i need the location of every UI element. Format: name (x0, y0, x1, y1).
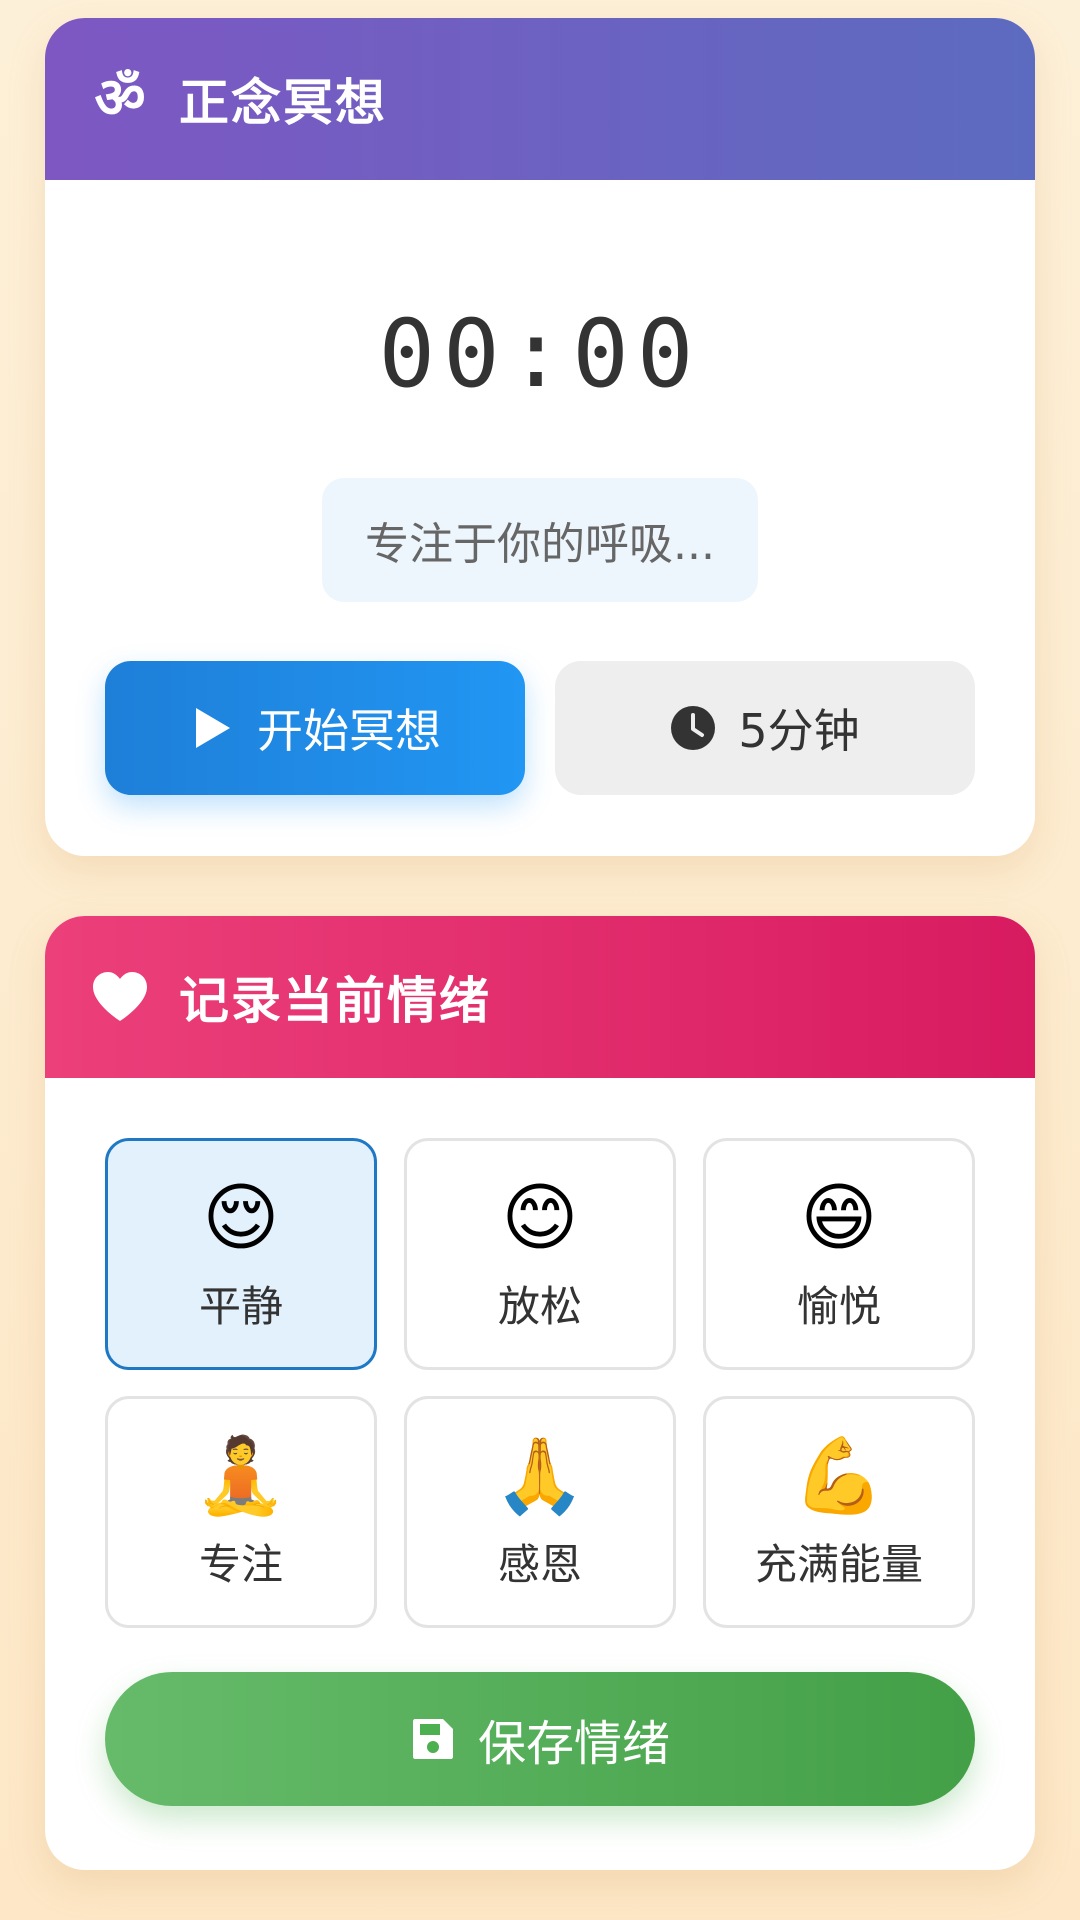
mood-title: 记录当前情绪 (179, 972, 491, 1030)
save-icon (410, 1716, 456, 1762)
start-meditation-label: 开始冥想 (257, 704, 441, 758)
mood-option-label: 充满能量 (754, 1539, 923, 1589)
play-icon (189, 705, 235, 751)
mood-option-energized[interactable]: 💪 充满能量 (703, 1396, 975, 1628)
duration-button[interactable]: 5分钟 (555, 661, 975, 795)
smiling-face-icon: 😊 (501, 1174, 579, 1261)
mood-card: 记录当前情绪 😌 平静 😊 放松 😄 愉悦 🧘 专注 🙏 感恩 💪 充满能量 保… (45, 916, 1035, 1870)
clock-icon (670, 705, 716, 751)
mood-option-label: 专注 (198, 1539, 283, 1589)
mood-option-focused[interactable]: 🧘 专注 (105, 1396, 377, 1628)
folded-hands-icon: 🙏 (493, 1432, 587, 1519)
mood-option-grateful[interactable]: 🙏 感恩 (404, 1396, 676, 1628)
meditation-timer: 00:00 (378, 300, 702, 409)
mood-grid: 😌 平静 😊 放松 😄 愉悦 🧘 专注 🙏 感恩 💪 充满能量 (105, 1138, 975, 1628)
mood-option-label: 感恩 (497, 1539, 582, 1589)
mood-option-joyful[interactable]: 😄 愉悦 (703, 1138, 975, 1370)
start-meditation-button[interactable]: 开始冥想 (105, 661, 525, 795)
mood-option-label: 平静 (198, 1281, 283, 1331)
mood-option-calm[interactable]: 😌 平静 (105, 1138, 377, 1370)
meditation-header: ॐ 正念冥想 (45, 18, 1035, 180)
save-mood-label: 保存情绪 (477, 1716, 670, 1772)
save-mood-button[interactable]: 保存情绪 (105, 1672, 975, 1806)
mood-option-label: 放松 (497, 1281, 582, 1331)
om-icon: ॐ (94, 66, 146, 131)
mood-option-label: 愉悦 (796, 1281, 881, 1331)
relieved-face-icon: 😌 (202, 1174, 280, 1261)
mood-header: 记录当前情绪 (45, 916, 1035, 1078)
heart-icon (89, 966, 151, 1028)
mood-option-relaxed[interactable]: 😊 放松 (404, 1138, 676, 1370)
lotus-position-icon: 🧘 (194, 1432, 288, 1519)
flexed-biceps-icon: 💪 (792, 1432, 886, 1519)
meditation-title: 正念冥想 (179, 74, 387, 132)
breathing-hint: 专注于你的呼吸... (322, 478, 758, 602)
meditation-card: ॐ 正念冥想 00:00 专注于你的呼吸... 开始冥想 5分钟 (45, 18, 1035, 856)
duration-label: 5分钟 (738, 704, 860, 758)
grinning-face-icon: 😄 (800, 1174, 878, 1261)
